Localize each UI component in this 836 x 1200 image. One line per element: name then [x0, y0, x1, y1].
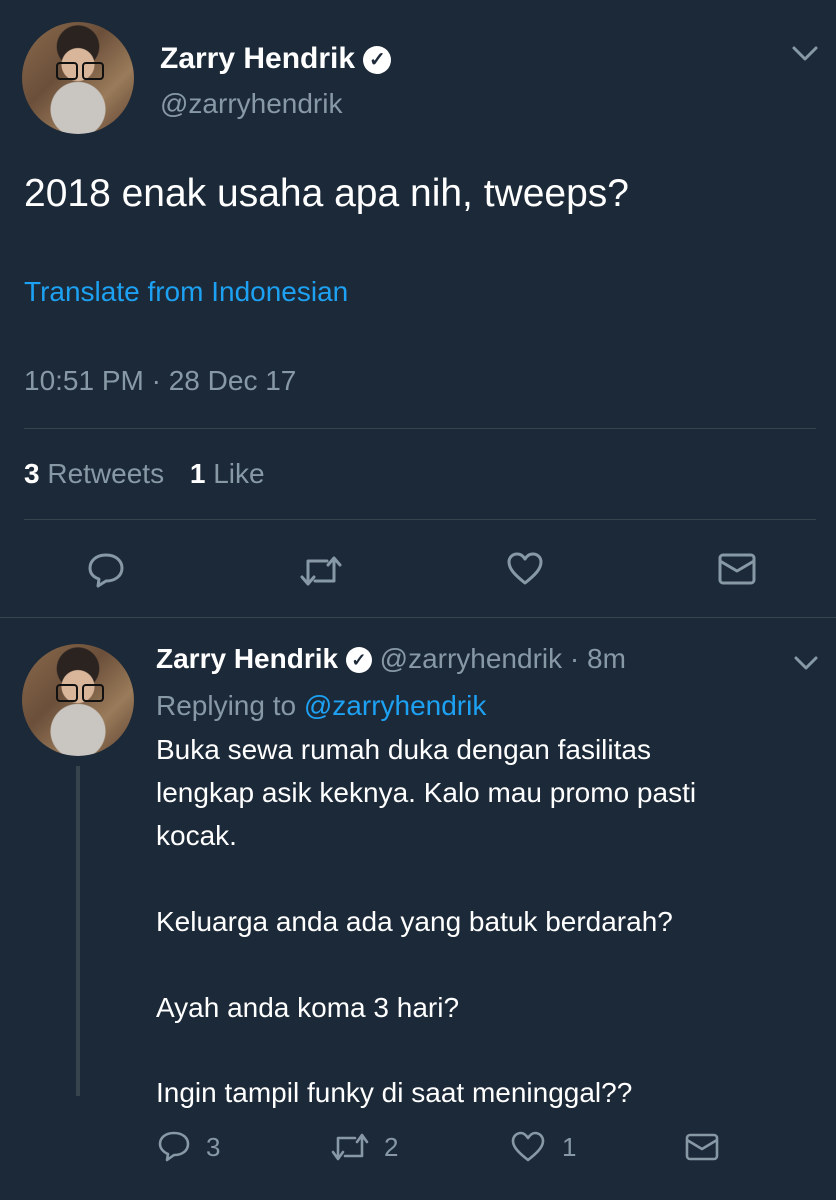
- chevron-down-icon[interactable]: [792, 654, 820, 672]
- comment-bubble-icon[interactable]: [157, 1130, 191, 1162]
- reply-line: lengkap asik keknya. Kalo mau promo past…: [156, 777, 697, 808]
- envelope-icon[interactable]: [684, 1131, 720, 1163]
- likes-stat[interactable]: 1 Like: [190, 458, 265, 489]
- thread-line: [76, 766, 80, 1096]
- tweet-timestamp[interactable]: 10:51 PM · 28 Dec 17: [24, 365, 296, 397]
- chevron-down-icon[interactable]: [790, 44, 820, 64]
- divider: [24, 519, 816, 520]
- retweet-arrows-icon[interactable]: [299, 553, 343, 589]
- author-name[interactable]: Zarry Hendrik ✓: [160, 42, 392, 76]
- tweet-stats: 3 Retweets 1 Like: [24, 458, 265, 490]
- reply-count: 3: [206, 1132, 221, 1162]
- like-count: 1: [562, 1132, 577, 1162]
- reply-author-handle[interactable]: @zarryhendrik: [380, 643, 562, 674]
- reply-line: Ayah anda koma 3 hari?: [156, 992, 460, 1023]
- heart-icon[interactable]: [510, 1131, 546, 1163]
- verified-badge-icon: ✓: [363, 46, 392, 74]
- tweet-separator: [0, 617, 836, 618]
- translate-link[interactable]: Translate from Indonesian: [24, 276, 348, 308]
- reply-line: Ingin tampil funky di saat meninggal??: [156, 1077, 633, 1108]
- verified-badge-icon: ✓: [345, 647, 372, 673]
- reply-line: kocak.: [156, 820, 237, 851]
- author-handle[interactable]: @zarryhendrik: [160, 88, 342, 120]
- retweets-stat[interactable]: 3 Retweets: [24, 458, 172, 489]
- retweet-count: 2: [384, 1132, 399, 1162]
- reply-author-avatar[interactable]: [22, 644, 134, 756]
- reply-line: Keluarga anda ada yang batuk berdarah?: [156, 906, 673, 937]
- tweet-text: 2018 enak usaha apa nih, tweeps?: [24, 172, 629, 215]
- comment-bubble-icon[interactable]: [86, 551, 126, 589]
- reply-line: Buka sewa rumah duka dengan fasilitas: [156, 734, 651, 765]
- replying-to-handle[interactable]: @zarryhendrik: [304, 690, 486, 721]
- envelope-icon[interactable]: [717, 551, 757, 587]
- author-avatar[interactable]: [22, 22, 134, 134]
- reply-time[interactable]: · 8m: [570, 643, 626, 674]
- replying-to: Replying to @zarryhendrik: [156, 690, 487, 721]
- reply-header: Zarry Hendrik ✓ @zarryhendrik · 8m: [156, 643, 626, 675]
- divider: [24, 428, 816, 429]
- heart-icon[interactable]: [505, 551, 545, 587]
- reply-author-name[interactable]: Zarry Hendrik: [156, 643, 338, 674]
- retweet-arrows-icon[interactable]: [330, 1131, 370, 1163]
